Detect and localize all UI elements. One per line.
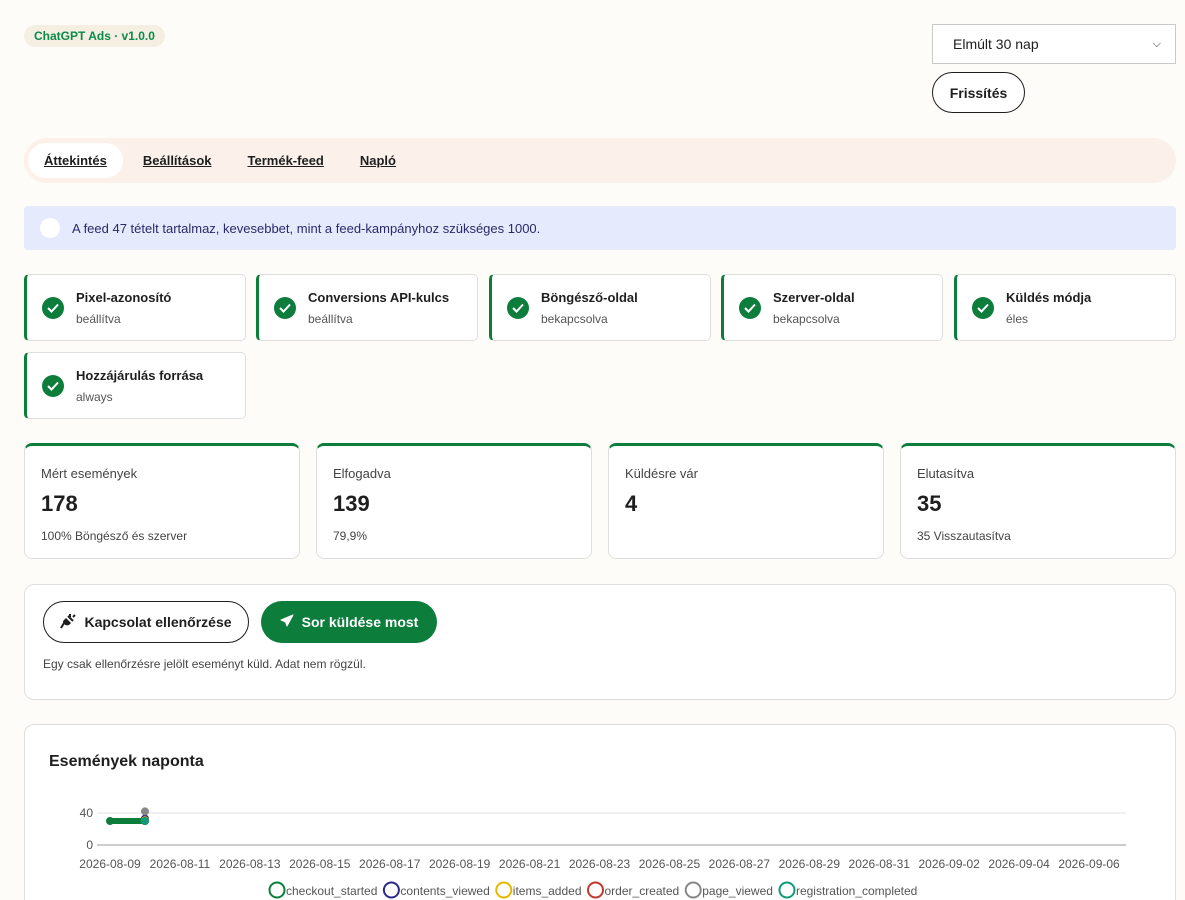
status-card-consent-source: Hozzájárulás forrása always <box>24 352 246 419</box>
metric-tracked-events: Mért események 178 100% Böngésző és szer… <box>24 443 300 559</box>
legend-swatch <box>495 881 513 899</box>
y-tick-label: 40 <box>80 806 94 820</box>
metric-value: 139 <box>333 491 370 516</box>
x-tick-label: 2026-09-04 <box>988 857 1050 871</box>
metric-label: Elfogadva <box>333 466 391 481</box>
legend-label: checkout_started <box>286 884 377 898</box>
x-tick-label: 2026-09-06 <box>1058 857 1120 871</box>
legend-label: items_added <box>513 884 582 898</box>
tab-overview[interactable]: Áttekintés <box>28 143 123 178</box>
status-card-browser-side: Böngésző-oldal bekapcsolva <box>489 274 711 341</box>
actions-note: Egy csak ellenőrzésre jelölt eseményt kü… <box>43 657 366 671</box>
x-tick-label: 2026-08-11 <box>150 857 211 871</box>
feed-notice-text: A feed 47 tételt tartalmaz, kevesebbet, … <box>72 220 541 236</box>
metric-rejected: Elutasítva 35 35 Visszautasítva <box>900 443 1176 559</box>
tab-bar: Áttekintés Beállítások Termék-feed Napló <box>24 138 1176 183</box>
plug-icon <box>60 613 77 632</box>
x-tick-label: 2026-09-02 <box>918 857 980 871</box>
status-title: Conversions API-kulcs <box>308 289 450 305</box>
tab-settings[interactable]: Beállítások <box>127 143 228 178</box>
status-value: bekapcsolva <box>773 311 840 326</box>
check-icon <box>274 296 296 319</box>
status-value: bekapcsolva <box>541 311 608 326</box>
y-tick-label: 0 <box>86 838 93 852</box>
legend-swatch <box>684 881 702 899</box>
status-value: éles <box>1006 311 1029 326</box>
x-tick-label: 2026-08-25 <box>639 857 701 871</box>
metric-pending: Küldésre vár 4 <box>608 443 884 559</box>
status-title: Küldés módja <box>1006 289 1092 305</box>
legend-swatch <box>778 881 796 899</box>
metric-value: 178 <box>41 491 78 516</box>
status-value: beállítva <box>308 311 353 326</box>
x-tick-label: 2026-08-29 <box>779 857 841 871</box>
x-tick-label: 2026-08-17 <box>359 857 421 871</box>
status-title: Hozzájárulás forrása <box>76 367 204 383</box>
metric-value: 4 <box>625 491 638 516</box>
x-tick-label: 2026-08-31 <box>849 857 911 871</box>
data-point <box>140 817 149 825</box>
status-value: beállítva <box>76 311 121 326</box>
x-tick-label: 2026-08-15 <box>289 857 351 871</box>
data-point <box>140 807 149 816</box>
send-icon <box>280 614 294 631</box>
tab-product-feed[interactable]: Termék-feed <box>232 143 340 178</box>
data-point <box>106 817 114 825</box>
check-icon <box>972 296 994 319</box>
events-chart: 0 40 2026-08-09 2026-08-11 2026-08-13 2026-08… <box>79 806 1126 899</box>
check-connection-label: Kapcsolat ellenőrzése <box>84 614 232 630</box>
status-card-pixel-id: Pixel-azonosító beállítva <box>24 274 246 341</box>
status-title: Böngésző-oldal <box>541 289 638 305</box>
x-tick-label: 2026-08-13 <box>219 857 281 871</box>
metric-sub: 35 Visszautasítva <box>917 529 1011 543</box>
check-connection-button[interactable]: Kapcsolat ellenőrzése <box>43 601 249 643</box>
status-title: Szerver-oldal <box>773 289 855 305</box>
send-queue-label: Sor küldése most <box>301 614 419 630</box>
chevron-down-icon: ⌵ <box>1152 37 1161 50</box>
status-card-send-mode: Küldés módja éles <box>954 274 1176 341</box>
check-icon <box>507 296 529 319</box>
metric-value: 35 <box>917 491 942 516</box>
events-chart-card: Események naponta 0 40 2026-08-09 2026-08-1… <box>24 724 1176 900</box>
status-card-server-side: Szerver-oldal bekapcsolva <box>721 274 943 341</box>
metric-label: Elutasítva <box>917 466 975 481</box>
refresh-button[interactable]: Frissítés <box>932 72 1025 113</box>
send-queue-button[interactable]: Sor küldése most <box>261 601 437 643</box>
actions-panel: Kapcsolat ellenőrzése Sor küldése most E… <box>24 584 1176 700</box>
status-title: Pixel-azonosító <box>76 289 172 305</box>
x-tick-label: 2026-08-09 <box>79 857 141 871</box>
legend-label: page_viewed <box>702 884 773 898</box>
legend-label: order_created <box>605 884 680 898</box>
legend-swatch <box>268 881 286 899</box>
legend-swatch <box>382 881 400 899</box>
metric-accepted: Elfogadva 139 79,9% <box>316 443 592 559</box>
status-value: always <box>76 389 113 404</box>
date-range-select[interactable]: Elmúlt 30 nap ⌵ <box>932 24 1176 64</box>
metric-label: Mért események <box>41 466 138 481</box>
info-icon <box>40 218 60 238</box>
legend-label: registration_completed <box>796 884 917 898</box>
legend-label: contents_viewed <box>400 884 489 898</box>
x-tick-label: 2026-08-27 <box>709 857 771 871</box>
check-icon <box>42 374 64 397</box>
version-badge: ChatGPT Ads · v1.0.0 <box>24 25 165 47</box>
metric-label: Küldésre vár <box>625 466 698 481</box>
metric-sub: 100% Böngésző és szerver <box>41 529 188 543</box>
metric-sub: 79,9% <box>333 529 368 543</box>
status-card-capi-key: Conversions API-kulcs beállítva <box>256 274 478 341</box>
check-icon <box>42 296 64 319</box>
check-icon <box>739 296 761 319</box>
x-tick-label: 2026-08-23 <box>569 857 631 871</box>
legend-swatch <box>587 881 604 899</box>
tab-log[interactable]: Napló <box>344 143 412 178</box>
x-tick-label: 2026-08-19 <box>429 857 491 871</box>
x-tick-label: 2026-08-21 <box>499 857 561 871</box>
feed-notice: A feed 47 tételt tartalmaz, kevesebbet, … <box>24 206 1176 250</box>
date-range-value: Elmúlt 30 nap <box>953 36 1039 52</box>
